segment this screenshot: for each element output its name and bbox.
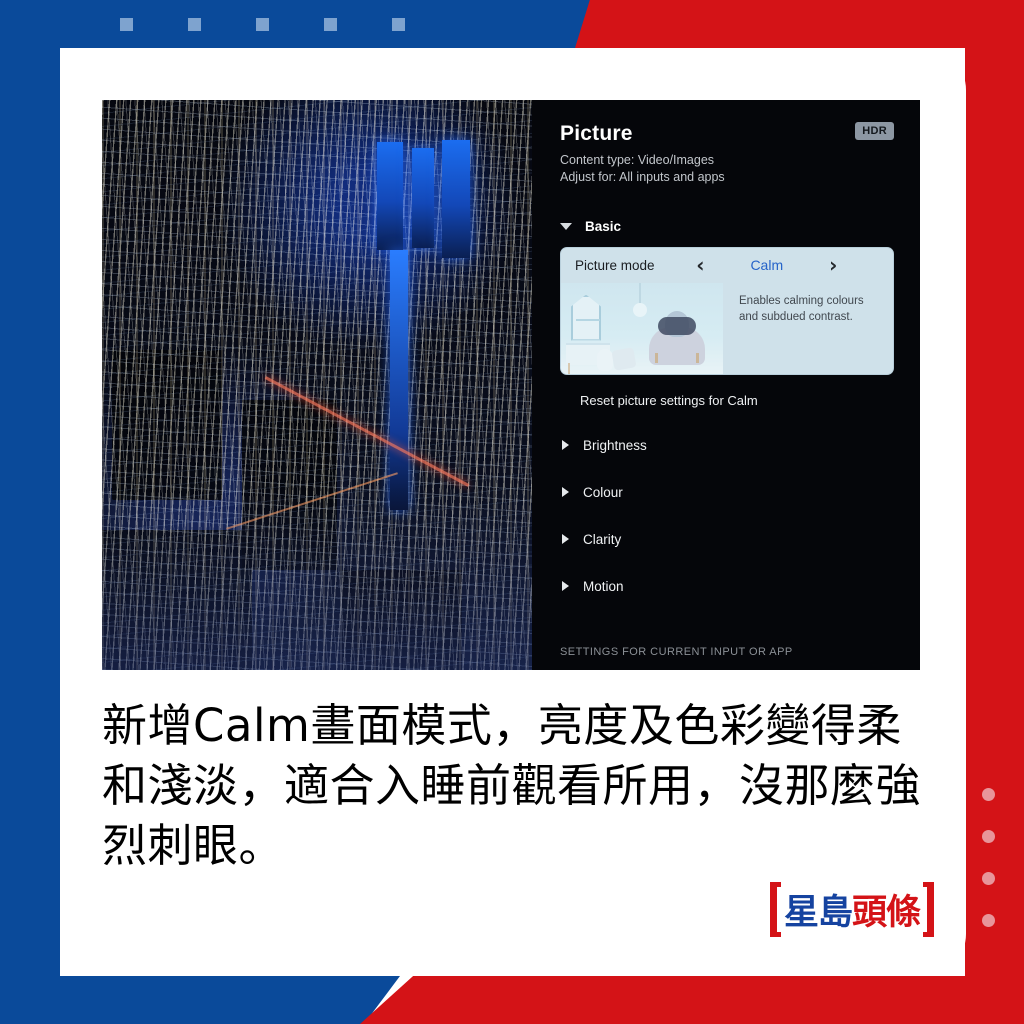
night-city-skyline-photo [102,100,532,670]
decor-square [188,18,201,31]
picture-mode-label: Picture mode [575,257,655,273]
right-dot-decorations [965,0,1024,1024]
tv-screenshot: Picture HDR Content type: Video/Images A… [102,100,920,670]
menu-item-label: Colour [583,484,623,500]
logo-text-red: 頭條 [851,892,921,933]
menu-item-motion[interactable]: Motion [560,563,894,610]
content-type-text: Content type: Video/Images [560,153,715,167]
panel-footer-note: SETTINGS FOR CURRENT INPUT OR APP [560,646,793,658]
chevron-left-icon[interactable]: ‹ [696,255,704,275]
chevron-down-icon [560,222,572,230]
panel-header: Picture HDR [560,122,894,146]
pillow-shape [611,346,637,371]
blue-skyscraper [377,142,403,250]
page-title: Picture [560,122,633,145]
blue-skyscraper [412,148,434,248]
picture-mode-selector: ‹ Calm › [655,255,879,275]
chevron-right-icon [562,487,569,497]
section-basic[interactable]: Basic [560,219,894,234]
sing-tao-headline-logo: 星島 頭條 [769,881,934,937]
bottom-blue-band [0,976,400,1024]
blue-skyscraper [442,140,470,258]
left-blue-band [0,0,60,1024]
chevron-right-icon[interactable]: › [829,255,837,275]
picture-mode-value: Calm [750,257,784,273]
bottom-red-band [360,976,1024,1024]
logo-right-bracket [923,881,934,937]
decor-dot [982,788,995,801]
logo-left-bracket [769,881,781,937]
panel-subtitle: Content type: Video/Images Adjust for: A… [560,152,894,187]
plush-toy-shape [597,348,613,371]
hanging-lamp-shape [633,282,647,317]
picture-mode-body: Enables calming colours and subdued cont… [561,282,893,374]
blue-skyscraper [390,250,408,510]
pastel-nursery-room-thumbnail [561,282,723,374]
content-card: Picture HDR Content type: Video/Images A… [60,48,966,976]
picture-mode-card[interactable]: Picture mode ‹ Calm › Enables calming co… [560,246,894,375]
reset-picture-settings-button[interactable]: Reset picture settings for Calm [560,393,894,408]
decor-dot [982,914,995,927]
decor-square [120,18,133,31]
picture-mode-row: Picture mode ‹ Calm › [561,248,893,283]
decor-square [256,18,269,31]
section-label: Basic [585,218,622,234]
chevron-right-icon [562,581,569,591]
armchair-with-teddy-shape [649,310,705,365]
top-square-decorations [0,0,600,48]
decor-dot [982,872,995,885]
decor-square [324,18,337,31]
photo-haze [102,490,532,670]
chevron-right-icon [562,534,569,544]
decor-square [392,18,405,31]
settings-menu: Brightness Colour Clarity Motion [560,422,894,610]
decor-dot [982,830,995,843]
logo-text-blue: 星島 [783,892,853,933]
picture-mode-description: Enables calming colours and subdued cont… [739,294,864,323]
menu-item-colour[interactable]: Colour [560,469,894,516]
adjust-for-text: Adjust for: All inputs and apps [560,170,725,185]
house-shelf-shape [571,294,601,341]
menu-item-label: Brightness [583,437,647,453]
menu-item-label: Motion [583,578,624,594]
menu-item-label: Clarity [583,531,622,547]
top-red-band [575,0,1024,48]
hdr-badge: HDR [855,122,894,140]
menu-item-clarity[interactable]: Clarity [560,516,894,563]
caption-text: 新增Calm畫面模式，亮度及色彩變得柔和淺淡，適合入睡前觀看所用，沒那麼強烈刺眼… [102,699,922,872]
menu-item-brightness[interactable]: Brightness [560,422,894,469]
chevron-right-icon [562,440,569,450]
picture-settings-panel: Picture HDR Content type: Video/Images A… [532,100,920,670]
